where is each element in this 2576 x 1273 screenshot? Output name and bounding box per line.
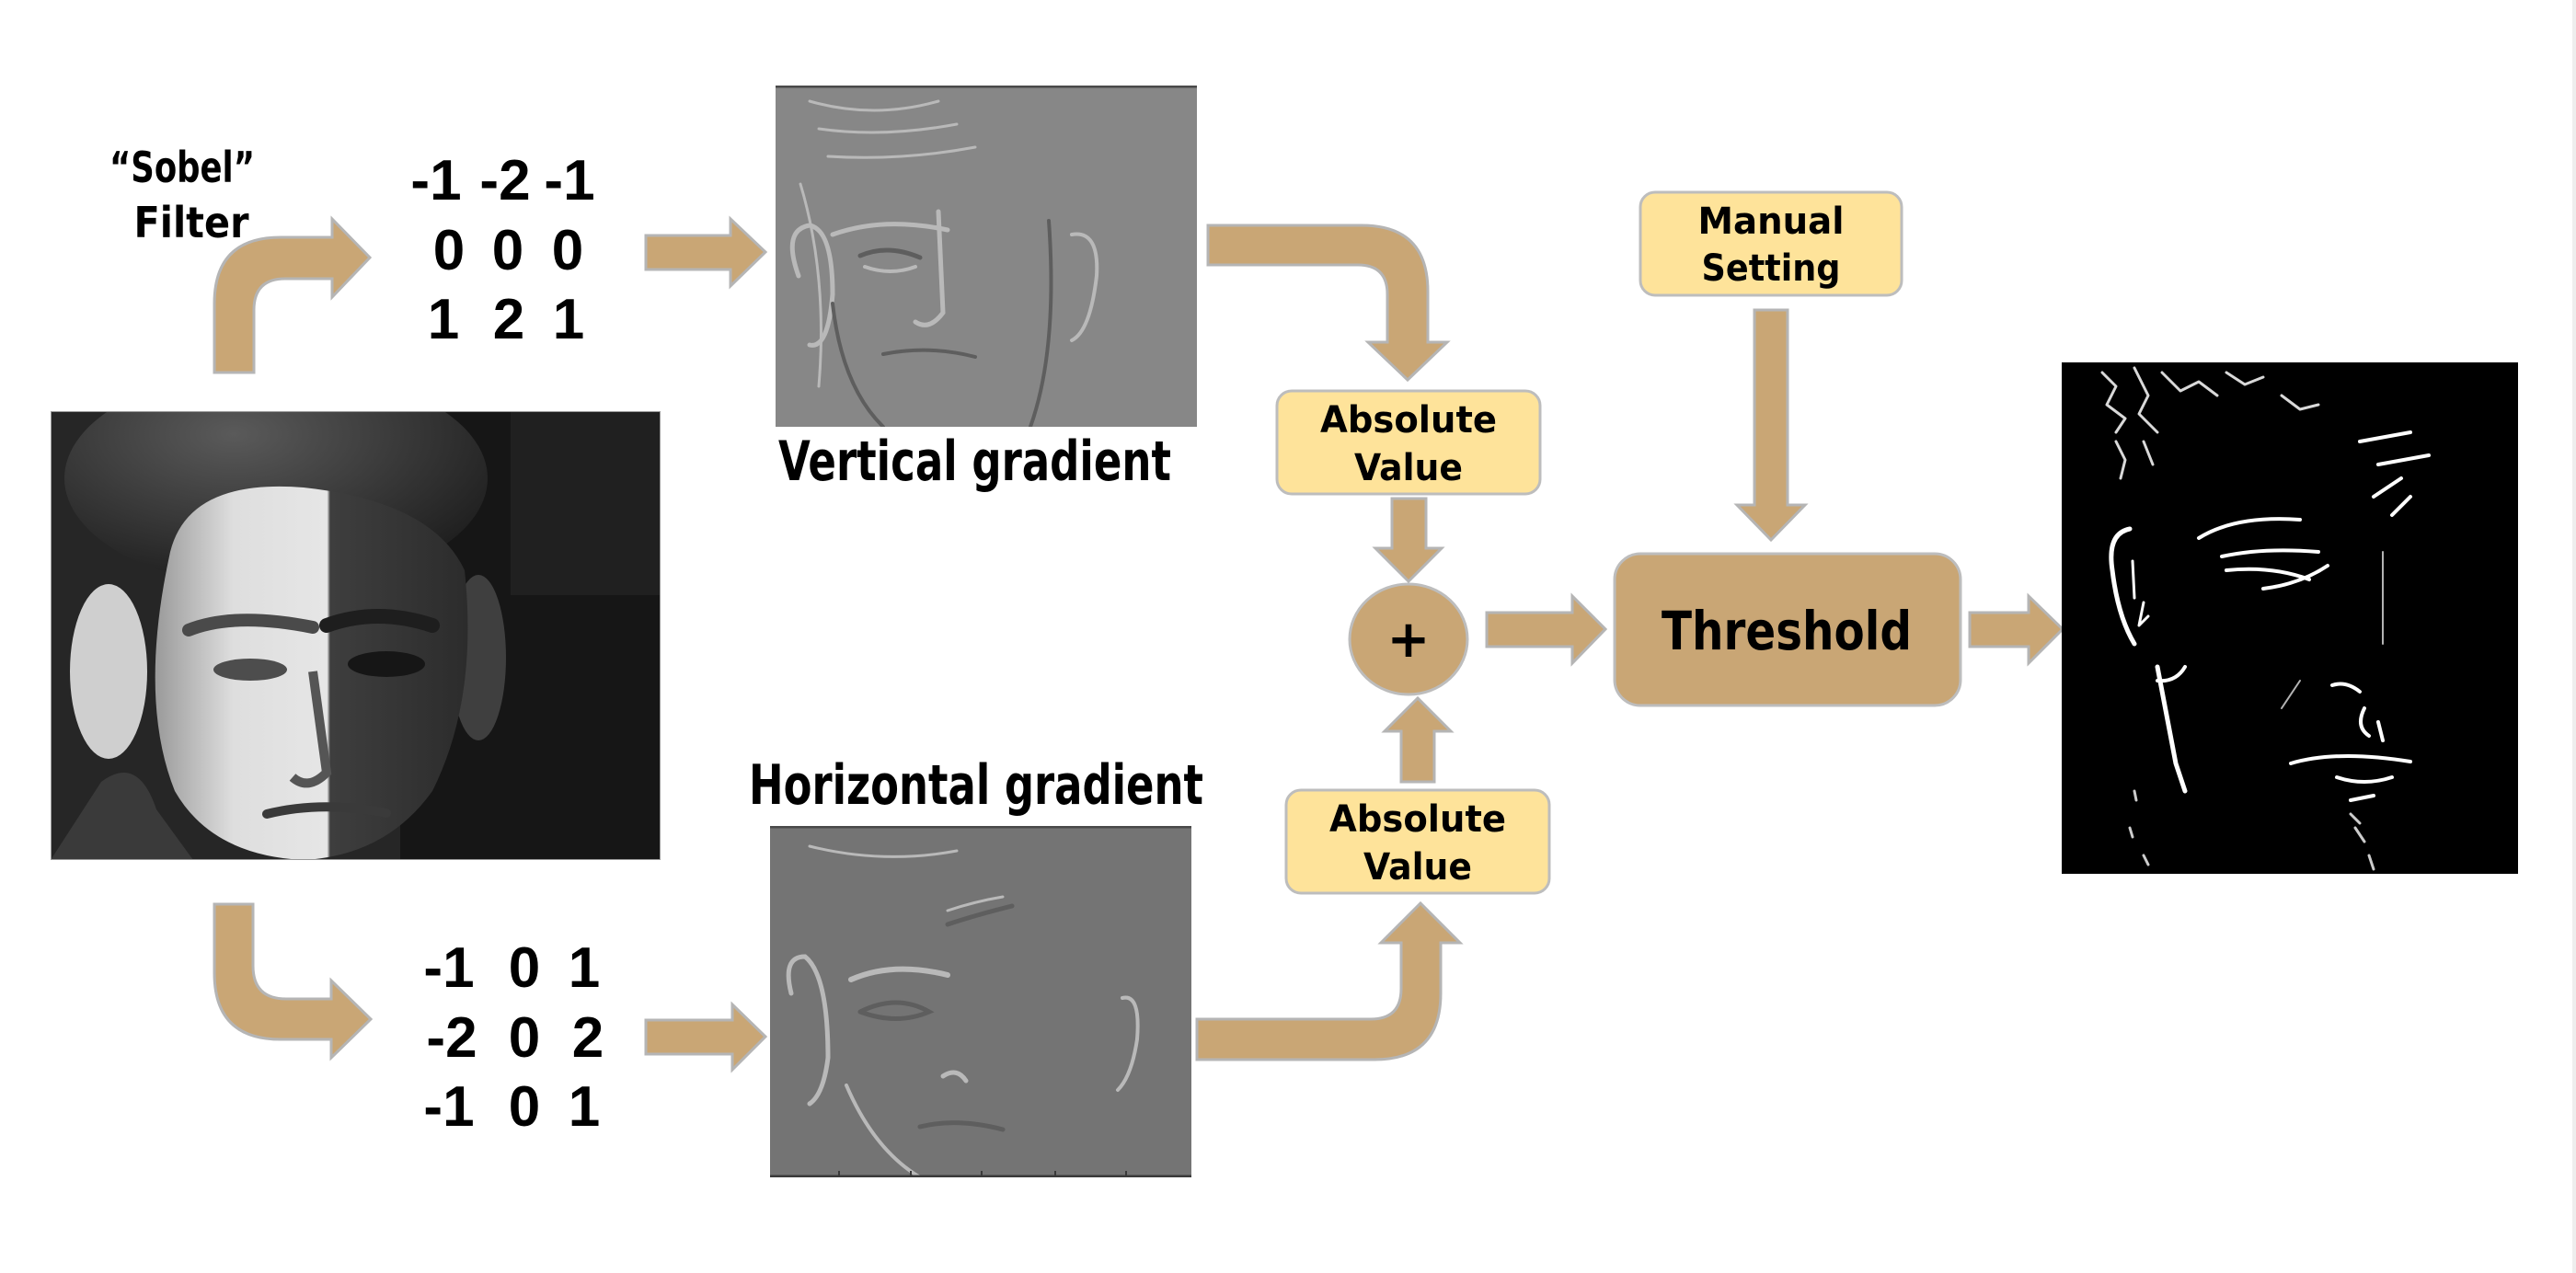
kernel-cell: 0 bbox=[509, 1075, 540, 1139]
input-photo-left-eye bbox=[213, 659, 287, 681]
kernel-cell: -2 bbox=[426, 1006, 477, 1070]
absolute-value-bottom-line1: Absolute bbox=[1329, 798, 1506, 841]
arrow-manual-setting-to-threshold bbox=[1733, 308, 1809, 543]
absolute-value-top-line2: Value bbox=[1354, 447, 1463, 489]
kernel-cell: -1 bbox=[423, 1075, 474, 1139]
vertical-gradient-image bbox=[776, 86, 1197, 427]
input-photo-right-shade bbox=[511, 411, 661, 595]
absolute-value-bottom-line2: Value bbox=[1363, 846, 1472, 889]
input-face-photo bbox=[51, 411, 661, 860]
kernel-cell: -2 bbox=[479, 149, 530, 212]
curved-arrow-to-absolute-value-top bbox=[1206, 224, 1451, 383]
sobel-filter-label-line1: “Sobel” bbox=[109, 143, 255, 192]
kernel-cell: 1 bbox=[569, 1075, 600, 1139]
sobel-filter-label-line2: Filter bbox=[134, 198, 249, 247]
arrow-to-horizontal-gradient bbox=[644, 1001, 768, 1073]
output-image-background bbox=[2062, 362, 2518, 874]
kernel-cell: -1 bbox=[410, 149, 461, 212]
kernel-cell: 0 bbox=[509, 936, 540, 1000]
horizontal-gradient-label: Horizontal gradient bbox=[749, 753, 1203, 818]
vertical-gradient-background bbox=[776, 86, 1197, 427]
curved-arrow-to-absolute-value-bottom bbox=[1195, 900, 1464, 1061]
kernel-cell: 0 bbox=[433, 219, 465, 282]
manual-setting-node: Manual Setting bbox=[1639, 190, 1903, 297]
arrow-sum-to-threshold bbox=[1485, 592, 1608, 667]
kernel-cell: -1 bbox=[544, 149, 594, 212]
kernel-cell: 1 bbox=[553, 288, 584, 351]
arrow-threshold-to-output bbox=[1968, 592, 2065, 667]
arrow-absolute-bottom-to-sum bbox=[1381, 695, 1455, 784]
input-photo-left-ear bbox=[70, 584, 147, 759]
absolute-value-top-line1: Absolute bbox=[1320, 399, 1497, 442]
kernel-cell: 2 bbox=[493, 288, 524, 351]
kernel-cell: 0 bbox=[509, 1006, 540, 1070]
right-edge-strip bbox=[2572, 0, 2576, 1273]
threshold-node: Threshold bbox=[1613, 552, 1962, 707]
vertical-gradient-label: Vertical gradient bbox=[778, 430, 1171, 494]
kernel-cell: 0 bbox=[552, 219, 583, 282]
kernel-cell: 0 bbox=[492, 219, 523, 282]
sobel-filter-label: “Sobel” Filter bbox=[109, 143, 255, 247]
arrow-to-vertical-gradient bbox=[644, 215, 768, 290]
plus-icon: + bbox=[1387, 610, 1431, 670]
horizontal-gradient-image bbox=[770, 826, 1191, 1177]
input-photo-right-eye bbox=[348, 651, 425, 677]
sum-node: + bbox=[1348, 582, 1469, 696]
kernel-cell: 2 bbox=[572, 1006, 604, 1070]
kernel-cell: 1 bbox=[569, 936, 600, 1000]
arrow-absolute-top-to-sum bbox=[1372, 497, 1445, 584]
kernel-cell: -1 bbox=[423, 936, 474, 1000]
absolute-value-node-top: Absolute Value bbox=[1275, 389, 1542, 496]
threshold-label: Threshold bbox=[1662, 600, 1912, 662]
manual-setting-line1: Manual bbox=[1698, 201, 1845, 243]
horizontal-sobel-kernel: -1 0 1 -2 0 2 -1 0 1 bbox=[423, 936, 604, 1139]
sobel-edge-detection-diagram: “Sobel” Filter -1 -2 -1 0 0 0 1 2 1 -1 0… bbox=[51, 86, 2518, 1177]
absolute-value-node-bottom: Absolute Value bbox=[1284, 788, 1551, 895]
vertical-sobel-kernel: -1 -2 -1 0 0 0 1 2 1 bbox=[410, 149, 594, 351]
kernel-cell: 1 bbox=[428, 288, 459, 351]
manual-setting-line2: Setting bbox=[1702, 247, 1841, 290]
curved-arrow-to-horizontal-kernel bbox=[213, 902, 374, 1061]
thresholded-edge-image bbox=[2062, 362, 2518, 874]
